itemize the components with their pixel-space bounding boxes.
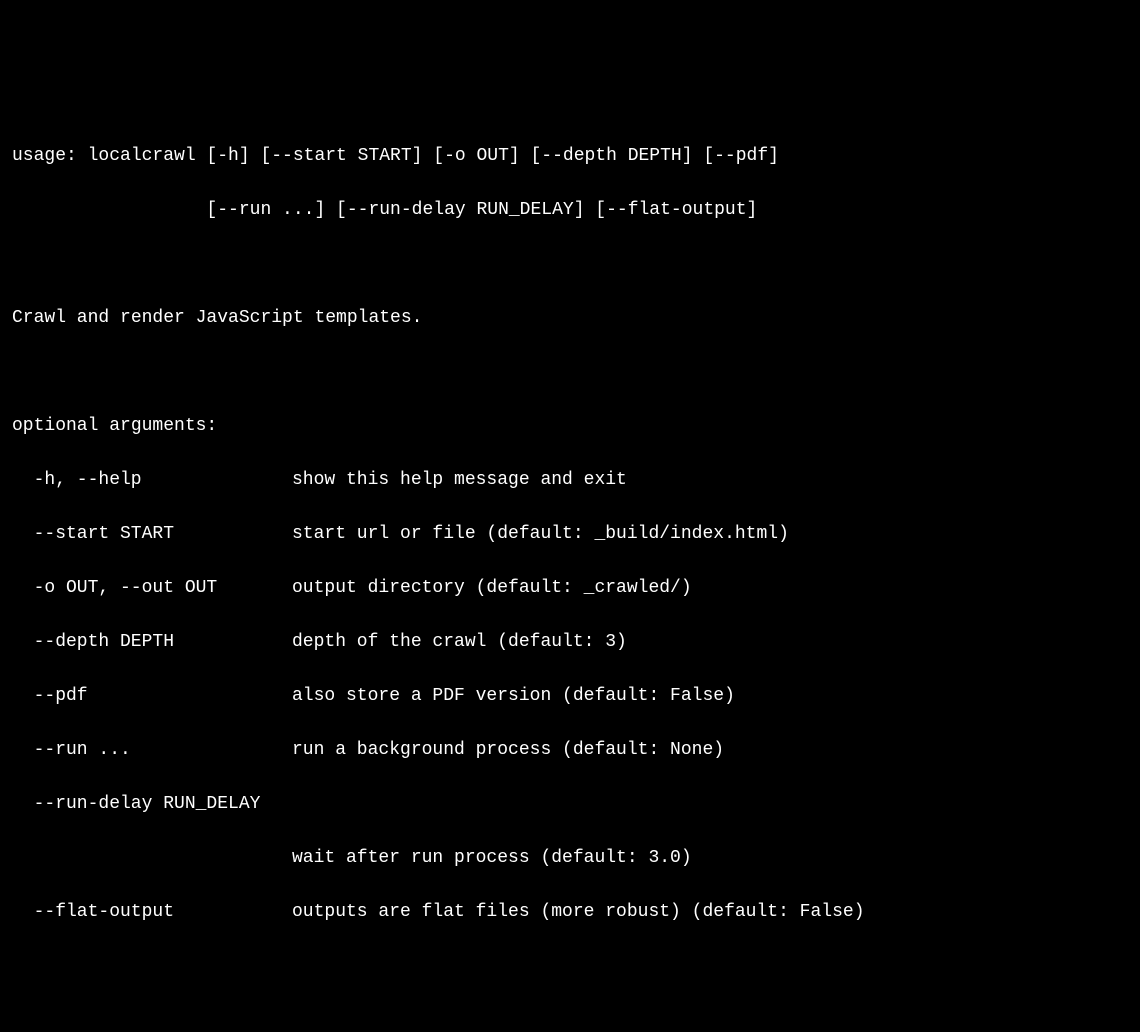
blank-line — [12, 251, 1128, 278]
arg-desc-start: start url or file (default: _build/index… — [292, 521, 1128, 548]
arg-flag-depth: --depth DEPTH — [12, 629, 292, 656]
arg-row: --run ...run a background process (defau… — [12, 737, 1128, 764]
section-header: optional arguments: — [12, 413, 1128, 440]
description-text: Crawl and render JavaScript templates. — [12, 305, 1128, 332]
arg-row: --depth DEPTHdepth of the crawl (default… — [12, 629, 1128, 656]
usage-line-2: [--run ...] [--run-delay RUN_DELAY] [--f… — [12, 197, 1128, 224]
arg-desc-pdf: also store a PDF version (default: False… — [292, 683, 1128, 710]
arg-desc-help: show this help message and exit — [292, 467, 1128, 494]
arg-row: --flat-outputoutputs are flat files (mor… — [12, 899, 1128, 926]
arg-desc-out: output directory (default: _crawled/) — [292, 575, 1128, 602]
arg-flag-flat-output: --flat-output — [12, 899, 292, 926]
arg-flag-start: --start START — [12, 521, 292, 548]
arg-row: --start STARTstart url or file (default:… — [12, 521, 1128, 548]
arg-row: --pdfalso store a PDF version (default: … — [12, 683, 1128, 710]
arg-desc-run: run a background process (default: None) — [292, 737, 1128, 764]
arg-flag-pdf: --pdf — [12, 683, 292, 710]
arg-flag-run-delay: --run-delay RUN_DELAY — [12, 791, 1128, 818]
arg-row: -o OUT, --out OUToutput directory (defau… — [12, 575, 1128, 602]
arg-row: -h, --helpshow this help message and exi… — [12, 467, 1128, 494]
blank-line — [12, 359, 1128, 386]
arg-flag-help: -h, --help — [12, 467, 292, 494]
usage-line-1: usage: localcrawl [-h] [--start START] [… — [12, 143, 1128, 170]
arg-flag-run: --run ... — [12, 737, 292, 764]
arg-flag-out: -o OUT, --out OUT — [12, 575, 292, 602]
arg-desc-flat-output: outputs are flat files (more robust) (de… — [292, 899, 1128, 926]
arg-desc-run-delay: wait after run process (default: 3.0) — [12, 845, 1128, 872]
terminal-output: usage: localcrawl [-h] [--start START] [… — [12, 116, 1128, 953]
arg-desc-depth: depth of the crawl (default: 3) — [292, 629, 1128, 656]
